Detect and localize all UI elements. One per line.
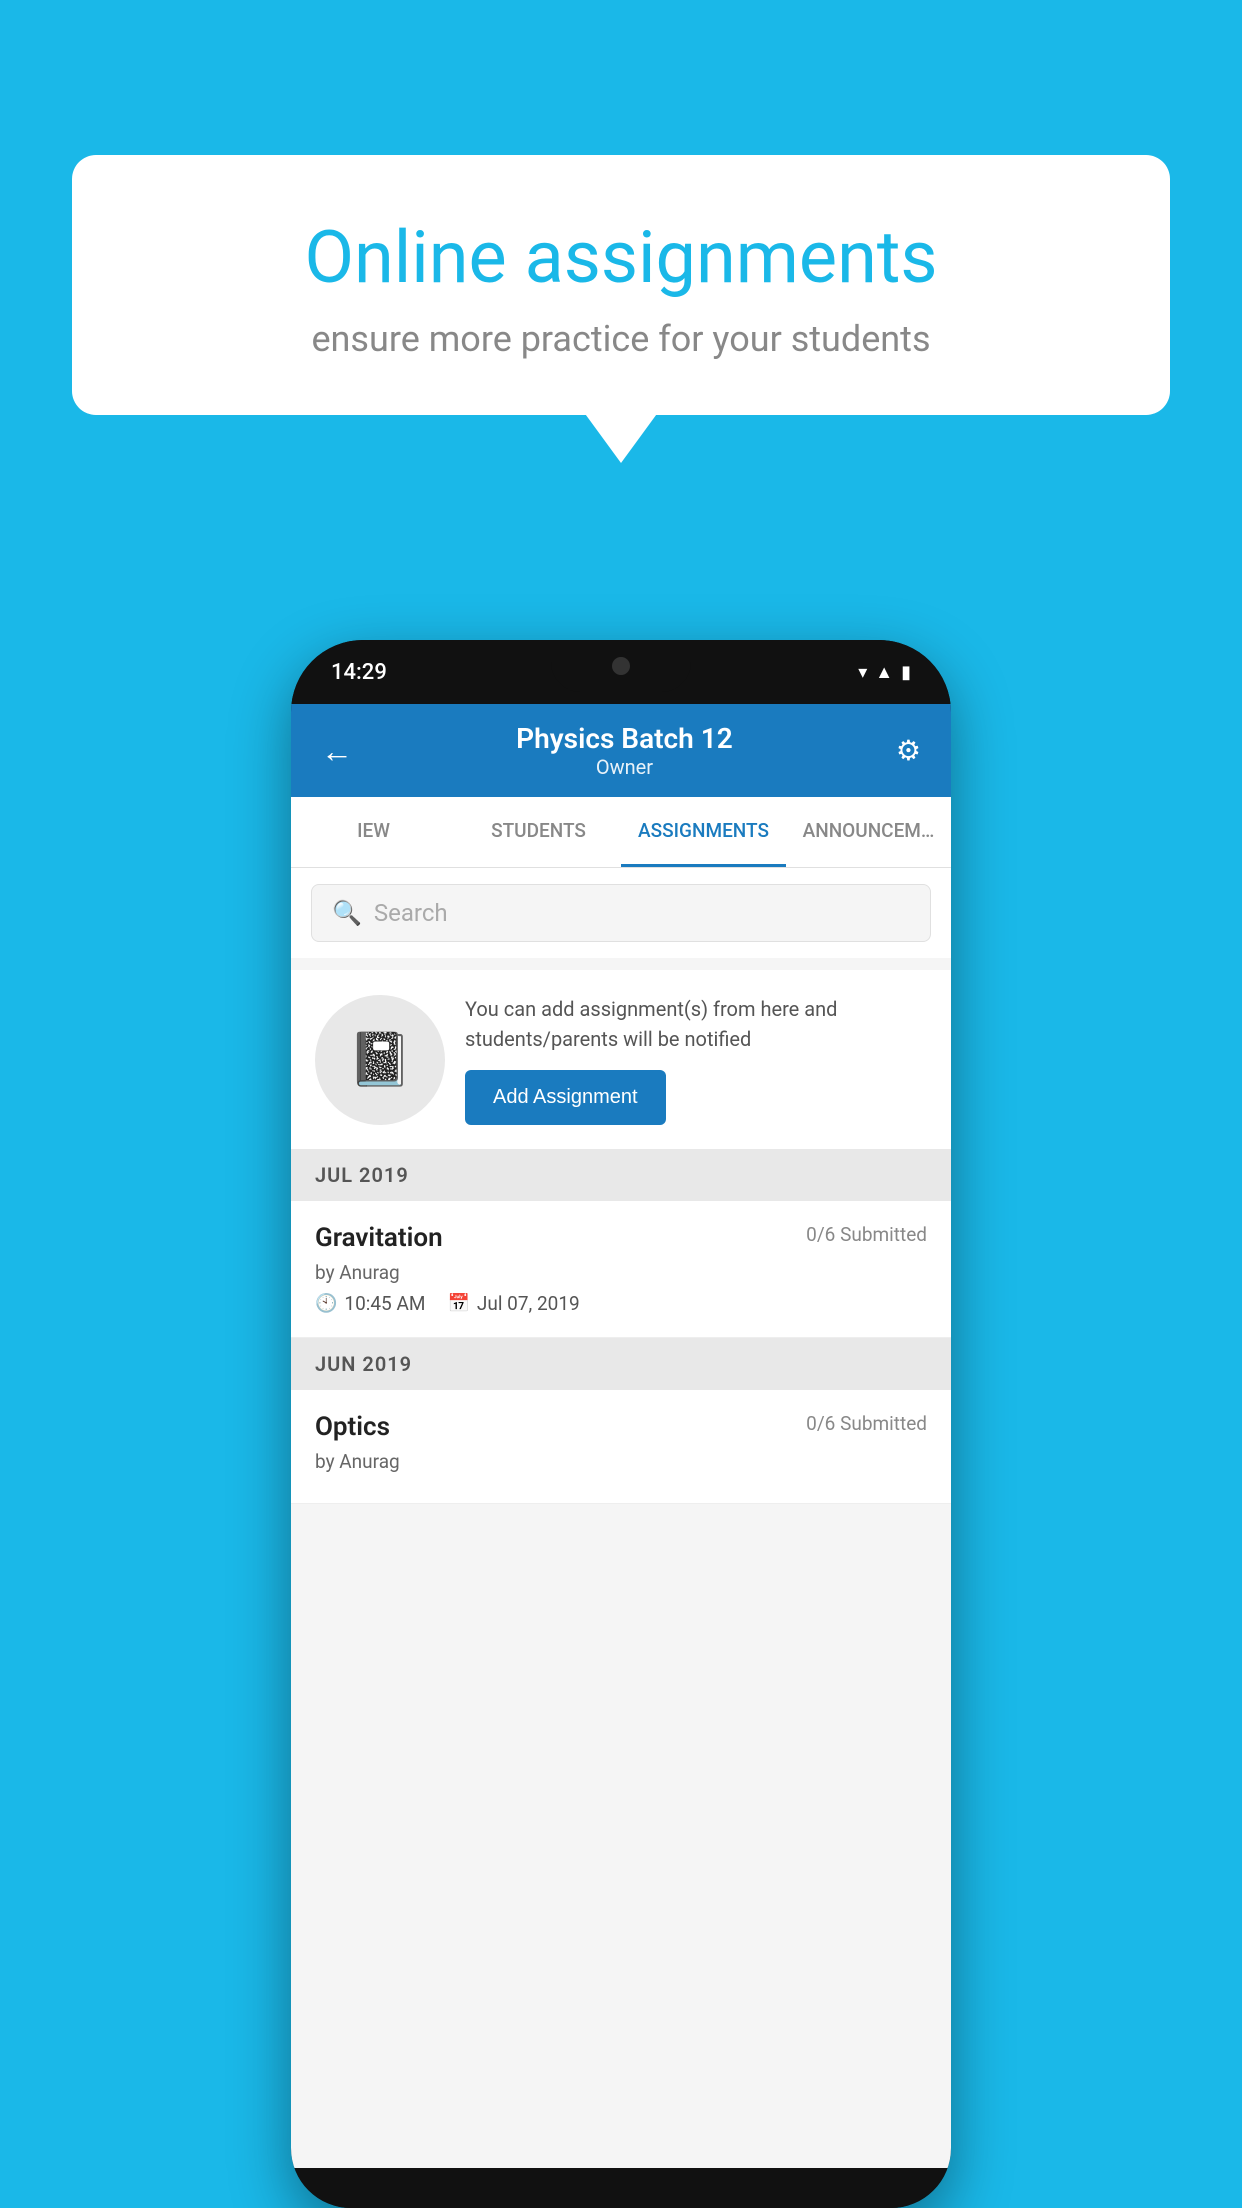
back-button[interactable]: ← xyxy=(321,732,353,770)
tabs-bar: IEW STUDENTS ASSIGNMENTS ANNOUNCEM… xyxy=(291,797,951,868)
calendar-icon: 📅 xyxy=(447,1293,469,1314)
header-subtitle: Owner xyxy=(516,755,733,779)
search-icon: 🔍 xyxy=(332,899,362,927)
assignment-name: Gravitation xyxy=(315,1223,443,1253)
month-header-jul: JUL 2019 xyxy=(291,1149,951,1201)
app-header: ← Physics Batch 12 Owner ⚙ xyxy=(291,704,951,797)
phone-frame: 14:29 ▾ ▲ ▮ ← Physics Batch 12 Owner ⚙ I… xyxy=(291,640,951,2208)
add-assignment-button[interactable]: Add Assignment xyxy=(465,1070,666,1125)
wifi-icon: ▾ xyxy=(858,662,867,683)
speech-bubble-subtitle: ensure more practice for your students xyxy=(142,318,1100,360)
month-header-jun: JUN 2019 xyxy=(291,1338,951,1390)
assignment-author-optics: by Anurag xyxy=(315,1450,927,1473)
clock-icon: 🕙 xyxy=(315,1293,337,1314)
speech-bubble-title: Online assignments xyxy=(142,215,1100,300)
assignment-submitted: 0/6 Submitted xyxy=(806,1223,927,1246)
search-bar[interactable]: 🔍 Search xyxy=(311,884,931,942)
tab-iew[interactable]: IEW xyxy=(291,797,456,867)
notch xyxy=(551,640,691,692)
assignment-author: by Anurag xyxy=(315,1261,927,1284)
search-bar-container: 🔍 Search xyxy=(291,868,951,958)
status-bar: 14:29 ▾ ▲ ▮ xyxy=(291,640,951,704)
assignment-item-optics[interactable]: Optics 0/6 Submitted by Anurag xyxy=(291,1390,951,1504)
promo-icon-circle: 📓 xyxy=(315,995,445,1125)
notebook-icon: 📓 xyxy=(348,1029,413,1090)
assignment-name-optics: Optics xyxy=(315,1412,390,1442)
camera-dot xyxy=(612,657,630,675)
phone-wrapper: 14:29 ▾ ▲ ▮ ← Physics Batch 12 Owner ⚙ I… xyxy=(291,640,951,2208)
batch-title: Physics Batch 12 xyxy=(516,722,733,755)
assignment-time: 10:45 AM xyxy=(344,1292,425,1315)
meta-date: 📅 Jul 07, 2019 xyxy=(447,1292,579,1315)
assignment-item-header-optics: Optics 0/6 Submitted xyxy=(315,1412,927,1442)
signal-icon: ▲ xyxy=(875,662,893,683)
promo-text-area: You can add assignment(s) from here and … xyxy=(465,994,927,1125)
tab-announcements[interactable]: ANNOUNCEM… xyxy=(786,797,951,867)
battery-icon: ▮ xyxy=(901,662,911,683)
speech-bubble-container: Online assignments ensure more practice … xyxy=(72,155,1170,415)
phone-bottom xyxy=(291,2168,951,2208)
assignment-meta: 🕙 10:45 AM 📅 Jul 07, 2019 xyxy=(315,1292,927,1315)
header-center: Physics Batch 12 Owner xyxy=(516,722,733,779)
search-placeholder: Search xyxy=(374,899,448,927)
assignment-date: Jul 07, 2019 xyxy=(477,1292,580,1315)
phone-screen: 🔍 Search 📓 You can add assignment(s) fro… xyxy=(291,868,951,2168)
meta-time: 🕙 10:45 AM xyxy=(315,1292,425,1315)
settings-icon[interactable]: ⚙ xyxy=(896,734,921,767)
tab-assignments[interactable]: ASSIGNMENTS xyxy=(621,797,786,867)
assignment-submitted-optics: 0/6 Submitted xyxy=(806,1412,927,1435)
tab-students[interactable]: STUDENTS xyxy=(456,797,621,867)
speech-bubble: Online assignments ensure more practice … xyxy=(72,155,1170,415)
assignment-item-gravitation[interactable]: Gravitation 0/6 Submitted by Anurag 🕙 10… xyxy=(291,1201,951,1338)
promo-description: You can add assignment(s) from here and … xyxy=(465,994,927,1054)
status-icons: ▾ ▲ ▮ xyxy=(858,662,911,683)
assignment-promo: 📓 You can add assignment(s) from here an… xyxy=(291,970,951,1149)
status-time: 14:29 xyxy=(331,660,387,685)
assignment-item-header: Gravitation 0/6 Submitted xyxy=(315,1223,927,1253)
